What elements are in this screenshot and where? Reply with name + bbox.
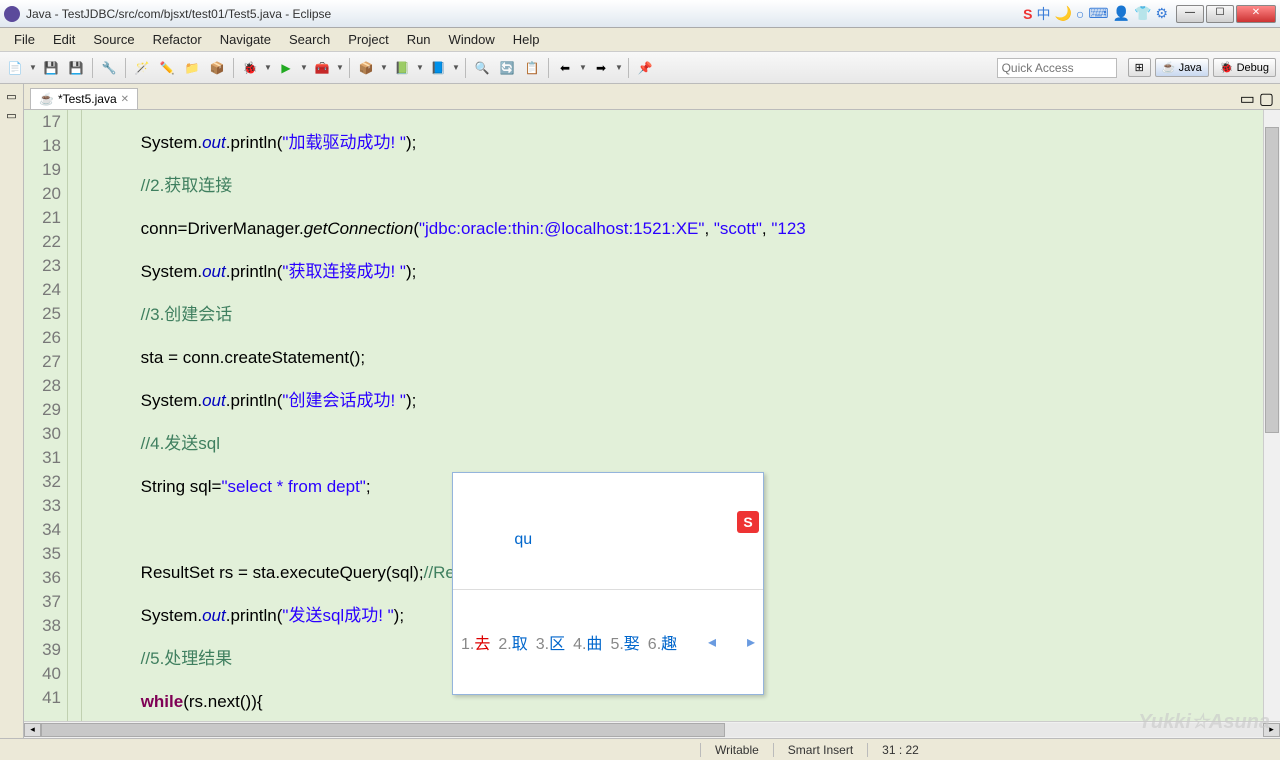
tab-label: *Test5.java (58, 92, 117, 106)
ime-next-icon[interactable]: ▸ (747, 632, 755, 652)
open-type-button[interactable]: 🔧 (98, 57, 120, 79)
ext-dropdown[interactable]: ▼ (336, 63, 344, 72)
debug-perspective-button[interactable]: 🐞 Debug (1213, 58, 1276, 77)
new-package-button[interactable]: 📦 (355, 57, 377, 79)
new-misc-button[interactable]: 📘 (427, 57, 449, 79)
ime-popup[interactable]: qu S 1.去 2.取 3.区 4.曲 5.娶 6.趣 ◂ ▸ (452, 472, 764, 695)
ime-cand-3[interactable]: 3.区 (536, 630, 565, 654)
box-button[interactable]: 📦 (206, 57, 228, 79)
toggle-button[interactable]: 🔄 (496, 57, 518, 79)
new-button[interactable]: 📄 (4, 57, 26, 79)
menu-run[interactable]: Run (399, 30, 439, 49)
horizontal-scrollbar[interactable]: ◂ ▸ (24, 721, 1280, 738)
menu-bar: File Edit Source Refactor Navigate Searc… (0, 28, 1280, 52)
menu-project[interactable]: Project (340, 30, 396, 49)
tray-circle-icon[interactable]: ○ (1076, 6, 1084, 22)
menu-source[interactable]: Source (85, 30, 142, 49)
ime-indicator-icon[interactable]: S (1023, 6, 1032, 22)
left-trim: ▭ ▭ (0, 84, 24, 738)
save-all-button[interactable]: 💾 (65, 57, 87, 79)
java-file-icon: ☕ (39, 92, 54, 106)
minimize-button[interactable]: — (1176, 5, 1204, 23)
ime-cand-6[interactable]: 6.趣 (648, 630, 677, 654)
new-class-button[interactable]: 📗 (391, 57, 413, 79)
status-bar: Writable Smart Insert 31 : 22 (0, 738, 1280, 760)
run-button[interactable]: ▶ (275, 57, 297, 79)
menu-search[interactable]: Search (281, 30, 338, 49)
status-insert-mode: Smart Insert (773, 743, 867, 757)
restore-view-icon[interactable]: ▭ (6, 90, 16, 103)
tab-close-icon[interactable]: ✕ (121, 94, 129, 105)
debug-button[interactable]: 🐞 (239, 57, 261, 79)
tray-gear-icon[interactable]: ⚙ (1155, 5, 1168, 22)
title-bar: Java - TestJDBC/src/com/bjsxt/test01/Tes… (0, 0, 1280, 28)
debug-dropdown[interactable]: ▼ (264, 63, 272, 72)
ext-tools-button[interactable]: 🧰 (311, 57, 333, 79)
tray-keyboard-icon[interactable]: ⌨ (1088, 5, 1108, 22)
save-button[interactable]: 💾 (40, 57, 62, 79)
menu-navigate[interactable]: Navigate (212, 30, 279, 49)
ime-cand-5[interactable]: 5.娶 (610, 630, 639, 654)
hscroll-right-button[interactable]: ▸ (1263, 723, 1280, 737)
ime-cand-4[interactable]: 4.曲 (573, 630, 602, 654)
edit-button[interactable]: ✏️ (156, 57, 178, 79)
ime-prev-icon[interactable]: ◂ (708, 632, 716, 652)
ime-input-text: qu S (453, 509, 763, 590)
quick-access-input[interactable] (997, 58, 1117, 78)
menu-edit[interactable]: Edit (45, 30, 83, 49)
tray-lang-icon[interactable]: 中 (1036, 4, 1050, 24)
status-cursor-pos: 31 : 22 (867, 743, 933, 757)
menu-window[interactable]: Window (441, 30, 503, 49)
open-perspective-button[interactable]: ⊞ (1128, 58, 1151, 77)
nav-fwd-button[interactable]: ➡ (590, 57, 612, 79)
wand-button[interactable]: 🪄 (131, 57, 153, 79)
eclipse-icon (4, 6, 20, 22)
line-number-ruler[interactable]: 1718192021222324252627282930313233343536… (24, 110, 68, 721)
code-content[interactable]: System.out.println("加载驱动成功! "); //2.获取连接… (82, 110, 1263, 721)
ime-cand-2[interactable]: 2.取 (498, 630, 527, 654)
java-perspective-button[interactable]: ☕ Java (1155, 58, 1209, 77)
window-title: Java - TestJDBC/src/com/bjsxt/test01/Tes… (26, 7, 1023, 21)
nav-back-button[interactable]: ⬅ (554, 57, 576, 79)
tray-user-icon[interactable]: 👤 (1113, 5, 1130, 22)
new-dropdown[interactable]: ▼ (29, 63, 37, 72)
run-dropdown[interactable]: ▼ (300, 63, 308, 72)
maximize-button[interactable]: ☐ (1206, 5, 1234, 23)
restore-view2-icon[interactable]: ▭ (6, 109, 16, 122)
search-button[interactable]: 🔍 (471, 57, 493, 79)
hscroll-thumb[interactable] (41, 723, 725, 737)
annotation-button[interactable]: 📋 (521, 57, 543, 79)
pin-button[interactable]: 📌 (634, 57, 656, 79)
folding-ruler[interactable] (68, 110, 82, 721)
folder-button[interactable]: 📁 (181, 57, 203, 79)
ime-candidates[interactable]: 1.去 2.取 3.区 4.曲 5.娶 6.趣 ◂ ▸ (453, 626, 763, 658)
tab-test5[interactable]: ☕ *Test5.java ✕ (30, 88, 138, 109)
sogou-logo-icon: S (737, 511, 759, 533)
vertical-scrollbar[interactable] (1263, 110, 1280, 721)
menu-help[interactable]: Help (505, 30, 548, 49)
menu-file[interactable]: File (6, 30, 43, 49)
status-writable: Writable (700, 743, 773, 757)
close-button[interactable]: ✕ (1236, 5, 1276, 23)
maximize-view-icon[interactable]: ▢ (1259, 89, 1274, 109)
vscroll-thumb[interactable] (1265, 127, 1279, 433)
code-editor[interactable]: 1718192021222324252627282930313233343536… (24, 110, 1280, 721)
toolbar: 📄▼ 💾 💾 🔧 🪄 ✏️ 📁 📦 🐞▼ ▶▼ 🧰▼ 📦▼ 📗▼ 📘▼ 🔍 🔄 … (0, 52, 1280, 84)
menu-refactor[interactable]: Refactor (145, 30, 210, 49)
hscroll-left-button[interactable]: ◂ (24, 723, 41, 737)
tray-moon-icon[interactable]: 🌙 (1054, 5, 1071, 22)
editor-tabs: ☕ *Test5.java ✕ ▭ ▢ (24, 84, 1280, 110)
system-tray: S 中 🌙 ○ ⌨ 👤 👕 ⚙ (1023, 4, 1168, 24)
ime-cand-1[interactable]: 1.去 (461, 630, 490, 654)
tray-shirt-icon[interactable]: 👕 (1134, 5, 1151, 22)
minimize-view-icon[interactable]: ▭ (1240, 89, 1255, 109)
